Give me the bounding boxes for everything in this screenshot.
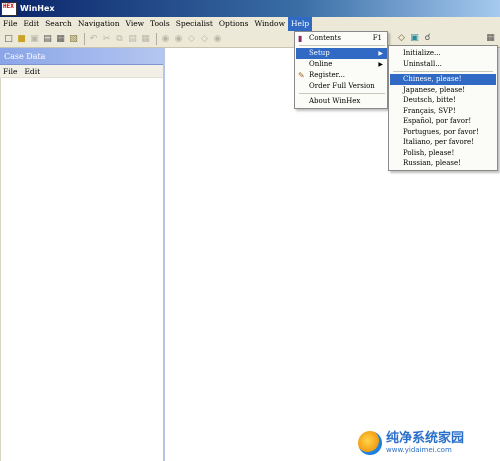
print-icon[interactable]: ▤ — [42, 34, 53, 45]
menu-view[interactable]: View — [123, 17, 148, 31]
setup-item-initialize[interactable]: Initialize... — [390, 48, 496, 59]
menu-specialist[interactable]: Specialist — [173, 17, 216, 31]
setup-item-portugues[interactable]: Portugues, por favor! — [390, 127, 496, 138]
menu-tools[interactable]: Tools — [147, 17, 173, 31]
replace-hex-icon[interactable]: ◇ — [199, 34, 210, 45]
case-menu-edit[interactable]: Edit — [24, 67, 40, 76]
help-item-register[interactable]: ✎ Register... — [296, 70, 387, 81]
help-item-order-label: Order Full Version — [309, 82, 375, 90]
help-item-about[interactable]: About WinHex — [296, 96, 387, 107]
undo-icon[interactable]: ↶ — [88, 34, 99, 45]
help-item-online[interactable]: Online ▶ — [296, 59, 387, 70]
setup-submenu: Initialize... Uninstall... Chinese, plea… — [388, 45, 498, 171]
submenu-arrow-icon: ▶ — [378, 50, 383, 57]
menu-file[interactable]: File — [0, 17, 20, 31]
open-folder-icon[interactable]: ■ — [16, 34, 27, 45]
menu-bar: File Edit Search Navigation View Tools S… — [0, 17, 500, 31]
help-book-icon: ▮ — [298, 34, 303, 43]
help-item-contents-shortcut: F1 — [372, 34, 382, 42]
disk-editor-icon[interactable]: ◇ — [396, 33, 407, 44]
calculator-icon[interactable]: ▦ — [485, 33, 496, 44]
watermark-logo-icon — [358, 431, 382, 455]
menu-separator — [393, 71, 493, 72]
help-item-order[interactable]: Order Full Version — [296, 81, 387, 92]
help-item-contents-label: Contents — [309, 34, 341, 42]
title-bar: HEX WinHex — [0, 0, 500, 17]
case-data-menu: File Edit — [0, 65, 163, 78]
help-item-setup-label: Setup — [309, 49, 330, 57]
site-watermark: 纯净系统家园 www.yidaimei.com — [358, 425, 500, 461]
find-next-icon[interactable]: ◉ — [212, 34, 223, 45]
menu-navigation[interactable]: Navigation — [75, 17, 123, 31]
case-data-title: Case Data — [0, 48, 163, 65]
setup-item-espanol[interactable]: Español, por favor! — [390, 116, 496, 127]
toolbar-separator — [84, 33, 85, 45]
menu-search[interactable]: Search — [42, 17, 75, 31]
toolbar-right-group: ◇ ▣ ☌ ▦ ◀ ▶ — [396, 33, 500, 44]
find-icon[interactable]: ◉ — [160, 34, 171, 45]
setup-item-italiano[interactable]: Italiano, per favore! — [390, 137, 496, 148]
window-title: WinHex — [20, 4, 55, 13]
setup-item-deutsch[interactable]: Deutsch, bitte! — [390, 95, 496, 106]
watermark-title: 纯净系统家园 — [386, 431, 465, 446]
setup-item-japanese[interactable]: Japanese, please! — [390, 85, 496, 96]
setup-item-francais[interactable]: Français, SVP! — [390, 106, 496, 117]
setup-item-polish[interactable]: Polish, please! — [390, 148, 496, 159]
case-menu-file[interactable]: File — [3, 67, 17, 76]
find-hex-icon[interactable]: ◉ — [173, 34, 184, 45]
submenu-arrow-icon: ▶ — [378, 61, 383, 68]
new-file-icon[interactable]: □ — [3, 34, 14, 45]
register-icon: ✎ — [298, 71, 305, 80]
paste-special-icon[interactable]: ▦ — [140, 34, 151, 45]
setup-item-russian[interactable]: Russian, please! — [390, 158, 496, 169]
case-data-tree[interactable] — [0, 78, 163, 461]
replace-icon[interactable]: ◇ — [186, 34, 197, 45]
toolbar-separator — [156, 33, 157, 45]
app-icon-text: HEX — [3, 2, 14, 10]
menu-window[interactable]: Window — [251, 17, 288, 31]
menu-separator — [299, 45, 385, 46]
help-item-about-label: About WinHex — [309, 97, 361, 105]
copy-icon[interactable]: ⧉ — [114, 34, 125, 45]
menu-separator — [299, 93, 385, 94]
menu-help[interactable]: Help — [288, 17, 313, 31]
paste-icon[interactable]: ▤ — [127, 34, 138, 45]
cut-icon[interactable]: ✂ — [101, 34, 112, 45]
ram-editor-icon[interactable]: ▣ — [409, 33, 420, 44]
help-dropdown-menu: ▮ Contents F1 Setup ▶ Online ▶ ✎ Registe… — [294, 31, 388, 109]
help-item-setup[interactable]: Setup ▶ — [296, 48, 387, 59]
help-item-register-label: Register... — [309, 71, 345, 79]
open-disk-icon[interactable]: ▧ — [68, 34, 79, 45]
setup-item-chinese[interactable]: Chinese, please! — [390, 74, 496, 85]
menu-options[interactable]: Options — [216, 17, 252, 31]
save-icon[interactable]: ▣ — [29, 34, 40, 45]
watermark-url: www.yidaimei.com — [386, 446, 452, 454]
help-item-contents[interactable]: ▮ Contents F1 — [296, 33, 387, 44]
search-disk-icon[interactable]: ☌ — [422, 33, 433, 44]
help-item-online-label: Online — [309, 60, 333, 68]
menu-edit[interactable]: Edit — [20, 17, 42, 31]
winhex-app-icon[interactable]: HEX — [1, 1, 17, 16]
case-data-panel: Case Data File Edit — [0, 48, 165, 461]
setup-item-uninstall[interactable]: Uninstall... — [390, 59, 496, 70]
watermark-text: 纯净系统家园 www.yidaimei.com — [386, 431, 464, 455]
properties-icon[interactable]: ▦ — [55, 34, 66, 45]
